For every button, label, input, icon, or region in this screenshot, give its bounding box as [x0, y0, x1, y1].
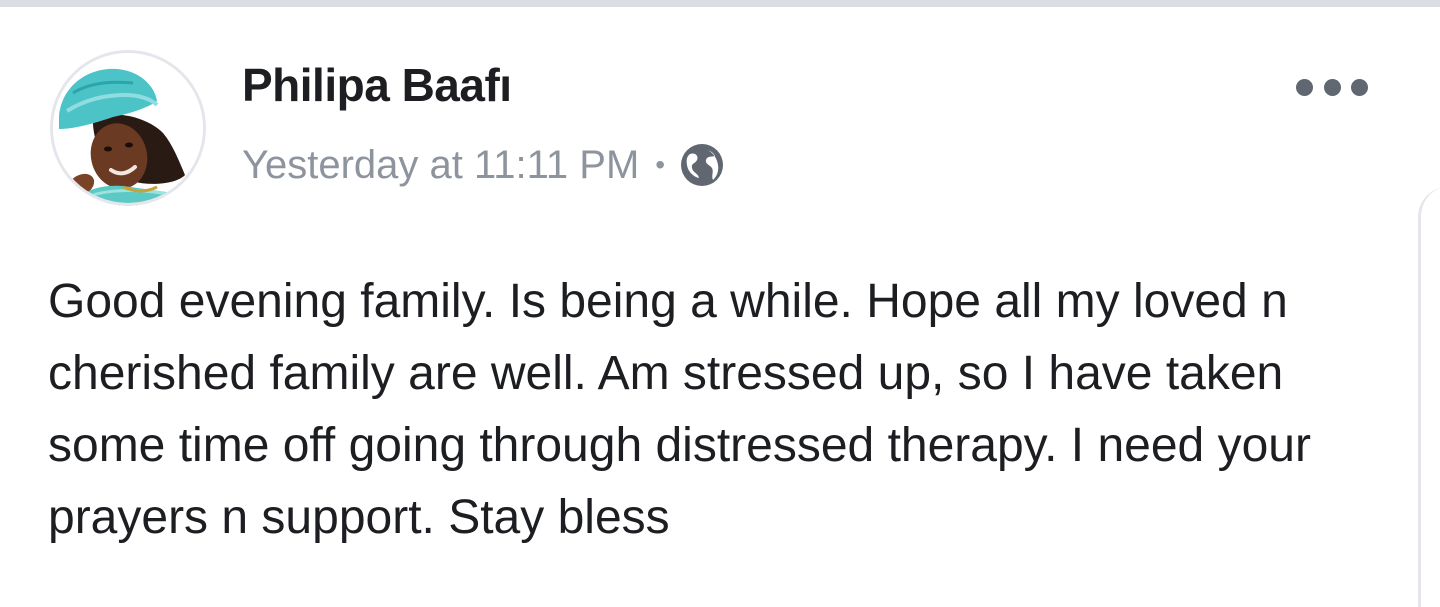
more-options-button[interactable]	[1296, 70, 1368, 104]
more-dots-icon	[1351, 78, 1368, 96]
globe-icon[interactable]	[679, 142, 725, 188]
avatar[interactable]	[50, 50, 206, 206]
card-edge	[1418, 187, 1440, 607]
post-meta: Yesterday at 11:11 PM •	[242, 140, 725, 190]
post-text: Good evening family. Is being a while. H…	[48, 275, 1311, 544]
more-dots-icon	[1296, 78, 1313, 96]
top-divider	[0, 0, 1440, 7]
post-timestamp[interactable]: Yesterday at 11:11 PM	[242, 143, 639, 188]
profile-photo	[53, 53, 203, 203]
more-dots-icon	[1323, 78, 1341, 96]
meta-separator: •	[655, 149, 666, 180]
author-name[interactable]: Philipa Baafı	[242, 58, 512, 112]
